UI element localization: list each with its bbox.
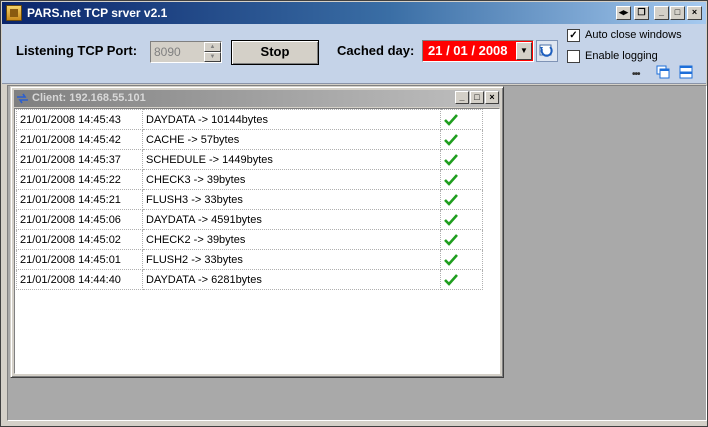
port-value: 8090	[154, 45, 181, 59]
stop-button[interactable]: Stop	[231, 40, 319, 65]
check-icon	[444, 193, 458, 206]
app-icon	[6, 5, 22, 21]
cached-date-picker[interactable]: 21 / 01 / 2008 ▼	[422, 40, 534, 62]
network-arrows-icon	[17, 93, 28, 104]
table-row[interactable]: 21/01/2008 14:45:37 SCHEDULE -> 1449bytes	[16, 149, 483, 170]
row-timestamp: 21/01/2008 14:44:40	[16, 269, 143, 290]
restore-button[interactable]: ❐	[634, 6, 649, 20]
port-label: Listening TCP Port:	[16, 43, 138, 58]
check-icon	[444, 113, 458, 126]
table-row[interactable]: 21/01/2008 14:45:42 CACHE -> 57bytes	[16, 129, 483, 150]
table-row[interactable]: 21/01/2008 14:45:21 FLUSH3 -> 33bytes	[16, 189, 483, 210]
row-message: DAYDATA -> 6281bytes	[142, 269, 441, 290]
row-status	[440, 269, 483, 290]
table-row[interactable]: 21/01/2008 14:45:22 CHECK3 -> 39bytes	[16, 169, 483, 190]
minimize-button[interactable]: _	[654, 6, 669, 20]
auto-close-label: Auto close windows	[585, 29, 682, 41]
cached-date-value: 21 / 01 / 2008	[428, 43, 508, 58]
row-message: DAYDATA -> 4591bytes	[142, 209, 441, 230]
row-message: CHECK3 -> 39bytes	[142, 169, 441, 190]
row-timestamp: 21/01/2008 14:45:22	[16, 169, 143, 190]
title-bar[interactable]: PARS.net TCP srver v2.1 ◂▸ ❐ _ □ ×	[2, 2, 706, 24]
row-timestamp: 21/01/2008 14:45:06	[16, 209, 143, 230]
row-message: CACHE -> 57bytes	[142, 129, 441, 150]
row-message: FLUSH3 -> 33bytes	[142, 189, 441, 210]
client-minimize-button[interactable]: _	[455, 91, 469, 104]
logging-checkbox[interactable]	[567, 50, 580, 63]
row-status	[440, 129, 483, 150]
table-row[interactable]: 21/01/2008 14:45:43 DAYDATA -> 10144bytes	[16, 109, 483, 130]
close-button[interactable]: ×	[687, 6, 702, 20]
cascade-windows-icon[interactable]	[656, 65, 670, 79]
client-title: Client: 192.168.55.101	[32, 92, 146, 104]
toolbar: Listening TCP Port: 8090 ▲ ▼ Stop Cached…	[2, 24, 706, 84]
row-status	[440, 229, 483, 250]
log-grid-container: 21/01/2008 14:45:43 DAYDATA -> 10144bytes…	[14, 108, 500, 374]
row-message: DAYDATA -> 10144bytes	[142, 109, 441, 130]
table-row[interactable]: 21/01/2008 14:45:02 CHECK2 -> 39bytes	[16, 229, 483, 250]
row-status	[440, 209, 483, 230]
window-title: PARS.net TCP srver v2.1	[27, 6, 168, 20]
status-bar	[7, 421, 707, 426]
maximize-button[interactable]: □	[670, 6, 685, 20]
row-status	[440, 169, 483, 190]
row-message: CHECK2 -> 39bytes	[142, 229, 441, 250]
port-input[interactable]: 8090 ▲ ▼	[150, 41, 222, 63]
client-window: Client: 192.168.55.101 _ □ × 21/01/2008 …	[10, 86, 504, 378]
port-spin-up-icon[interactable]: ▲	[204, 42, 221, 52]
more-dots[interactable]: •••	[632, 69, 640, 80]
refresh-icon	[539, 44, 553, 57]
check-icon	[444, 273, 458, 286]
check-icon	[444, 133, 458, 146]
client-maximize-button[interactable]: □	[470, 91, 484, 104]
logging-label: Enable logging	[585, 50, 658, 62]
client-close-button[interactable]: ×	[485, 91, 499, 104]
row-timestamp: 21/01/2008 14:45:02	[16, 229, 143, 250]
check-icon	[444, 173, 458, 186]
table-row[interactable]: 21/01/2008 14:45:01 FLUSH2 -> 33bytes	[16, 249, 483, 270]
client-title-bar[interactable]: Client: 192.168.55.101 _ □ ×	[14, 90, 500, 107]
port-spin-down-icon[interactable]: ▼	[204, 52, 221, 62]
check-icon	[444, 153, 458, 166]
log-grid: 21/01/2008 14:45:43 DAYDATA -> 10144bytes…	[16, 109, 483, 290]
row-timestamp: 21/01/2008 14:45:37	[16, 149, 143, 170]
check-icon	[444, 253, 458, 266]
row-timestamp: 21/01/2008 14:45:43	[16, 109, 143, 130]
row-status	[440, 249, 483, 270]
row-timestamp: 21/01/2008 14:45:21	[16, 189, 143, 210]
restore-left-button[interactable]: ◂▸	[616, 6, 631, 20]
date-dropdown-icon[interactable]: ▼	[516, 42, 532, 60]
tile-windows-icon[interactable]	[679, 65, 693, 79]
row-status	[440, 189, 483, 210]
check-icon	[444, 233, 458, 246]
refresh-button[interactable]	[536, 40, 558, 62]
auto-close-checkbox[interactable]: ✓	[567, 29, 580, 42]
main-window: PARS.net TCP srver v2.1 ◂▸ ❐ _ □ × Liste…	[0, 0, 708, 427]
row-status	[440, 109, 483, 130]
mdi-workspace: Client: 192.168.55.101 _ □ × 21/01/2008 …	[7, 85, 707, 421]
row-timestamp: 21/01/2008 14:45:01	[16, 249, 143, 270]
row-message: FLUSH2 -> 33bytes	[142, 249, 441, 270]
row-status	[440, 149, 483, 170]
row-timestamp: 21/01/2008 14:45:42	[16, 129, 143, 150]
cached-day-label: Cached day:	[337, 43, 415, 58]
table-row[interactable]: 21/01/2008 14:44:40 DAYDATA -> 6281bytes	[16, 269, 483, 290]
row-message: SCHEDULE -> 1449bytes	[142, 149, 441, 170]
check-icon	[444, 213, 458, 226]
table-row[interactable]: 21/01/2008 14:45:06 DAYDATA -> 4591bytes	[16, 209, 483, 230]
